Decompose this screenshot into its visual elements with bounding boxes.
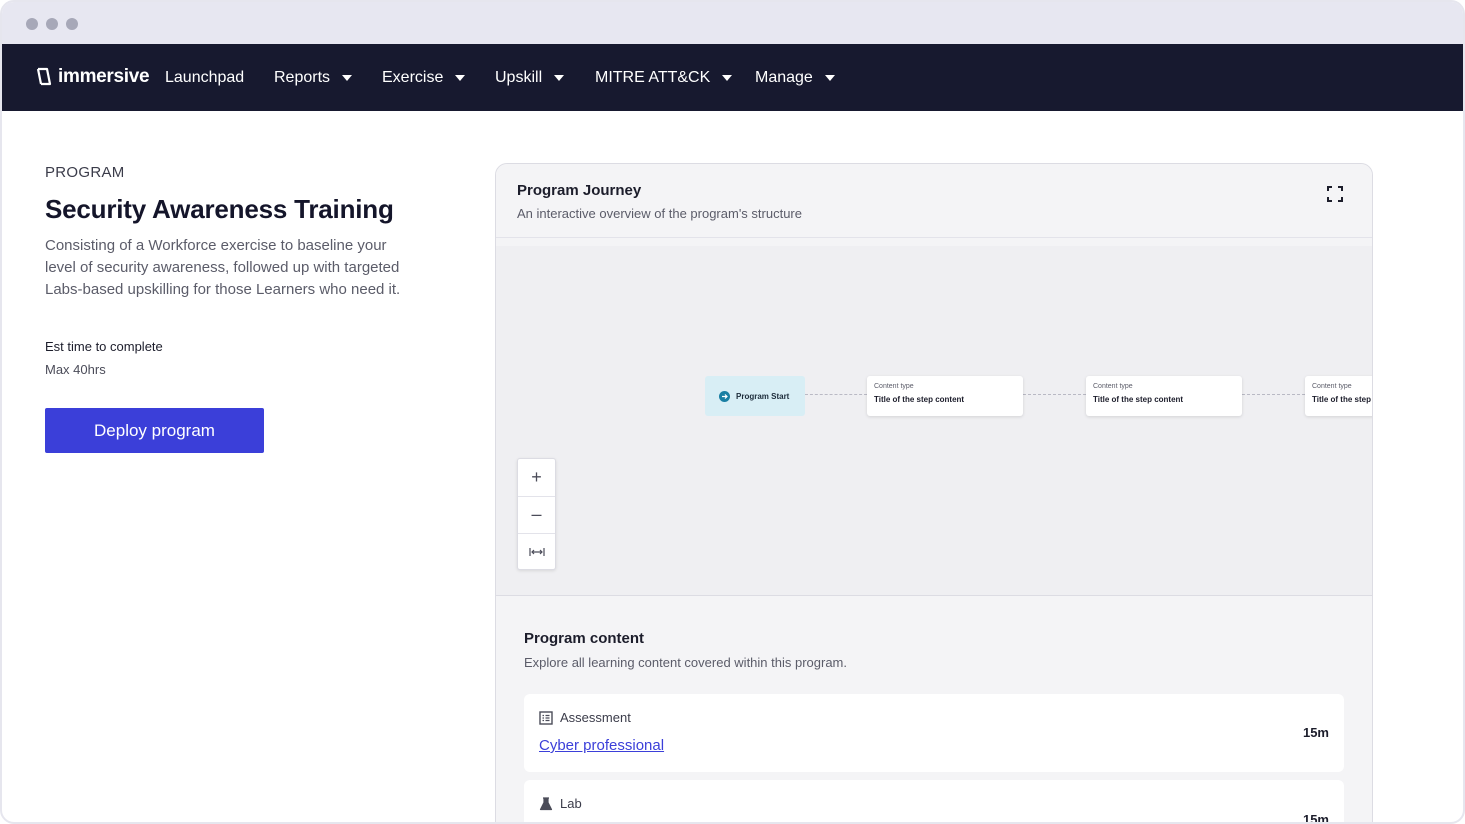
nav-launchpad-label: Launchpad [165,69,245,86]
journey-title: Program Journey [517,182,642,199]
arrow-right-circle-icon [719,390,730,402]
journey-step-node[interactable]: Content type Title of the step content [1305,376,1372,416]
nav-manage[interactable]: Manage [755,69,835,87]
item-duration: 15m [1302,812,1329,824]
content-link-cyber-professional[interactable]: Cyber professional [539,737,664,754]
window-dot-maximize[interactable] [66,18,78,30]
item-type: Lab [539,796,582,811]
zoom-out-button[interactable]: – [518,496,555,533]
nav-reports-label: Reports [274,69,331,86]
flask-icon [539,796,553,810]
nav-launchpad[interactable]: Launchpad [165,69,244,87]
journey-connector [1242,394,1305,395]
logo-text: immersive [58,66,150,87]
step-content-type: Content type [874,383,914,390]
nav-reports[interactable]: Reports [274,69,353,87]
item-duration: 15m [1302,725,1329,740]
chevron-down-icon [722,75,733,81]
nav-upskill-label: Upskill [495,69,543,86]
item-type-label: Assessment [560,710,631,725]
logo-mark-icon [36,67,52,86]
journey-header: Program Journey An interactive overview … [496,164,1372,238]
step-title: Title of the step content [874,395,965,404]
journey-step-node[interactable]: Content type Title of the step content [867,376,1023,416]
est-time-label: Est time to complete [45,339,163,354]
nav-exercise[interactable]: Exercise [382,69,466,87]
program-content-subtitle: Explore all learning content covered wit… [524,655,848,670]
journey-subtitle: An interactive overview of the program's… [517,206,802,221]
step-title: Title of the step content [1312,395,1372,404]
chevron-down-icon [554,75,565,81]
step-title: Title of the step content [1093,395,1184,404]
zoom-controls: + – [517,458,556,570]
program-journey-panel: Program Journey An interactive overview … [495,163,1373,824]
program-content-title: Program content [524,630,645,647]
window-dot-close[interactable] [26,18,38,30]
nav-mitre-attack[interactable]: MITRE ATT&CK [595,69,733,87]
browser-window: immersive Launchpad Reports Exercise Ups… [0,0,1465,824]
program-eyebrow: PROGRAM [45,164,125,181]
list-icon [539,710,553,725]
chevron-down-icon [342,75,353,81]
journey-canvas[interactable]: Program Start Content type Title of the … [496,246,1372,596]
nav-mitre-label: MITRE ATT&CK [595,69,711,86]
top-nav: immersive Launchpad Reports Exercise Ups… [2,44,1463,111]
item-type: Assessment [539,710,631,725]
program-start-label: Program Start [736,391,790,401]
journey-connector [805,394,867,395]
page-title: Security Awareness Training [45,194,394,224]
chevron-down-icon [455,75,466,81]
fit-view-button[interactable] [518,533,555,570]
fit-width-icon [528,547,545,556]
journey-connector [1023,394,1086,395]
nav-manage-label: Manage [755,69,813,86]
program-start-node[interactable]: Program Start [705,376,805,416]
deploy-program-button[interactable]: Deploy program [45,408,264,453]
program-description: Consisting of a Workforce exercise to ba… [45,237,401,298]
step-content-type: Content type [1312,383,1352,390]
item-type-label: Lab [560,796,582,811]
zoom-in-button[interactable]: + [518,459,555,496]
fullscreen-icon[interactable] [1326,185,1344,203]
content-item: Assessment Cyber professional 15m [524,694,1344,772]
step-content-type: Content type [1093,383,1133,390]
window-dot-minimize[interactable] [46,18,58,30]
est-time-value: Max 40hrs [45,362,106,377]
journey-step-node[interactable]: Content type Title of the step content [1086,376,1242,416]
window-chrome [2,2,1463,44]
content-item: Lab 15m [524,780,1344,824]
nav-exercise-label: Exercise [382,69,444,86]
immersive-logo[interactable]: immersive [36,66,150,88]
program-summary: PROGRAM Security Awareness Training Cons… [45,164,425,453]
chevron-down-icon [824,75,835,81]
nav-upskill[interactable]: Upskill [495,69,565,87]
